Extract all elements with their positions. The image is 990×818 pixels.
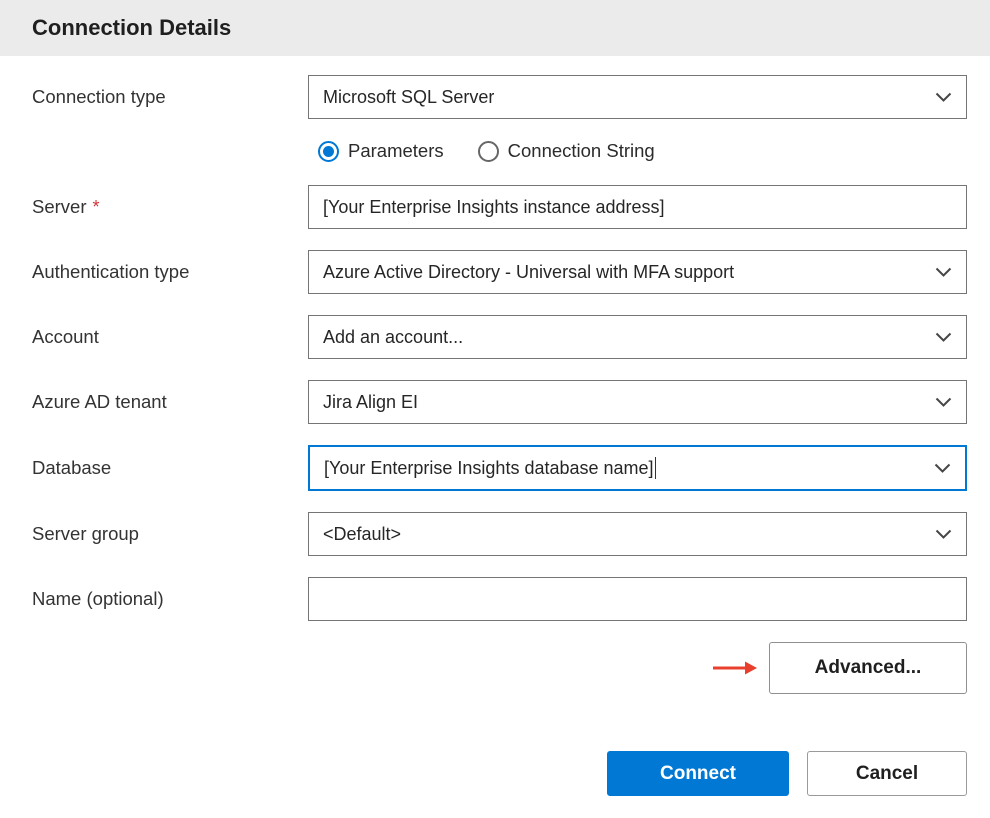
- radio-unselected-icon: [477, 140, 499, 162]
- azure-ad-tenant-row: Azure AD tenant Jira Align EI: [32, 380, 967, 424]
- connection-form: Connection type Microsoft SQL Server Par…: [0, 56, 990, 694]
- name-label: Name (optional): [32, 588, 164, 609]
- account-row: Account Add an account...: [32, 315, 967, 359]
- server-group-row: Server group <Default>: [32, 512, 967, 556]
- connection-type-label: Connection type: [32, 86, 166, 107]
- chevron-down-icon: [934, 463, 951, 474]
- chevron-down-icon: [935, 397, 952, 408]
- connection-type-dropdown[interactable]: Microsoft SQL Server: [308, 75, 967, 119]
- database-dropdown[interactable]: [Your Enterprise Insights database name]: [308, 445, 967, 491]
- cancel-button[interactable]: Cancel: [807, 751, 967, 796]
- server-group-label: Server group: [32, 523, 139, 544]
- parameters-radio-label: Parameters: [348, 140, 444, 161]
- required-asterisk: *: [92, 197, 100, 217]
- server-row: Server *: [32, 185, 967, 229]
- server-group-value: <Default>: [323, 523, 402, 544]
- azure-ad-tenant-dropdown[interactable]: Jira Align EI: [308, 380, 967, 424]
- chevron-down-icon: [935, 92, 952, 103]
- dialog-footer: Connect Cancel: [607, 751, 967, 796]
- account-label: Account: [32, 326, 99, 347]
- connection-type-value: Microsoft SQL Server: [323, 86, 495, 107]
- azure-ad-tenant-label: Azure AD tenant: [32, 391, 167, 412]
- connection-mode-row: Parameters Connection String: [32, 140, 967, 162]
- parameters-radio[interactable]: Parameters: [318, 140, 444, 162]
- server-input[interactable]: [308, 185, 967, 229]
- chevron-down-icon: [935, 267, 952, 278]
- server-label: Server *: [32, 196, 100, 217]
- chevron-down-icon: [935, 332, 952, 343]
- account-value: Add an account...: [323, 326, 464, 347]
- authentication-type-dropdown[interactable]: Azure Active Directory - Universal with …: [308, 250, 967, 294]
- name-row: Name (optional): [32, 577, 967, 621]
- database-row: Database [Your Enterprise Insights datab…: [32, 445, 967, 491]
- azure-ad-tenant-value: Jira Align EI: [323, 391, 419, 412]
- connection-mode-radio-group: Parameters Connection String: [308, 140, 967, 162]
- connection-string-radio[interactable]: Connection String: [477, 140, 655, 162]
- authentication-type-label: Authentication type: [32, 261, 190, 282]
- dialog-header: Connection Details: [0, 0, 990, 56]
- red-arrow-icon: [711, 659, 759, 677]
- text-caret: [654, 457, 657, 479]
- authentication-type-value: Azure Active Directory - Universal with …: [323, 261, 735, 282]
- connection-string-radio-label: Connection String: [507, 140, 655, 161]
- connection-type-row: Connection type Microsoft SQL Server: [32, 75, 967, 119]
- database-value: [Your Enterprise Insights database name]: [324, 457, 654, 478]
- authentication-type-row: Authentication type Azure Active Directo…: [32, 250, 967, 294]
- dialog-title: Connection Details: [32, 15, 232, 40]
- radio-selected-icon: [318, 140, 339, 162]
- server-group-dropdown[interactable]: <Default>: [308, 512, 967, 556]
- advanced-button[interactable]: Advanced...: [769, 642, 967, 694]
- chevron-down-icon: [935, 529, 952, 540]
- advanced-row: Advanced...: [32, 642, 967, 694]
- name-input[interactable]: [308, 577, 967, 621]
- connect-button[interactable]: Connect: [607, 751, 789, 796]
- account-dropdown[interactable]: Add an account...: [308, 315, 967, 359]
- database-label: Database: [32, 457, 112, 478]
